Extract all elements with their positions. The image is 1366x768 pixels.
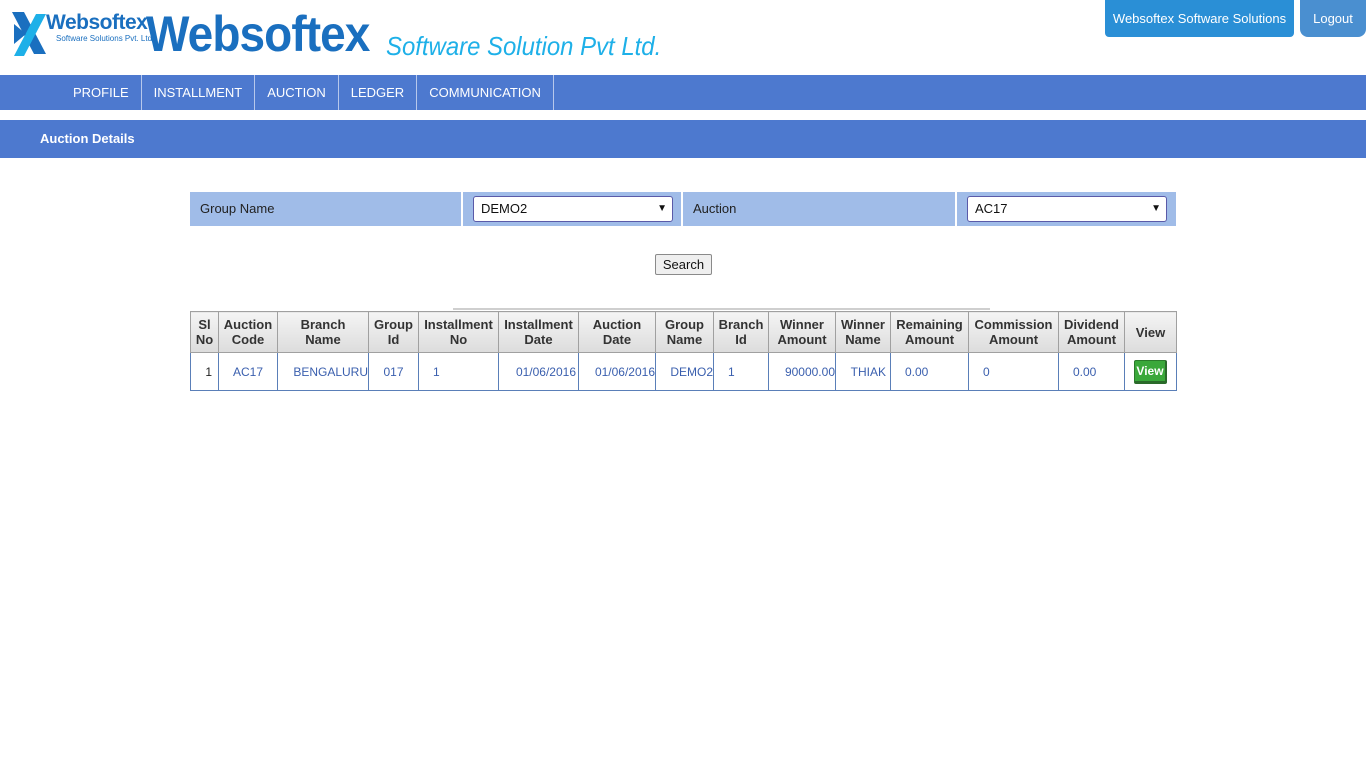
nav-item-auction[interactable]: AUCTION bbox=[255, 75, 339, 110]
group-name-label: Group Name bbox=[200, 201, 275, 216]
table-header-row: Sl No Auction Code Branch Name Group Id Inst… bbox=[190, 311, 1177, 353]
page-title-bar: Auction Details bbox=[0, 120, 1366, 158]
auction-table: Sl No Auction Code Branch Name Group Id Inst… bbox=[190, 311, 1177, 391]
company-button[interactable]: Websoftex Software Solutions bbox=[1105, 0, 1294, 37]
col-header: Auction Date bbox=[578, 311, 656, 353]
cell-auction-date: 01/06/2016 bbox=[578, 352, 656, 391]
nav-item-communication[interactable]: COMMUNICATION bbox=[417, 75, 554, 110]
col-header: Installment No bbox=[418, 311, 499, 353]
header: Websoftex Software Solutions Pvt. Ltd. W… bbox=[0, 0, 1366, 75]
col-header: Auction Code bbox=[218, 311, 278, 353]
nav-item-ledger[interactable]: LEDGER bbox=[339, 75, 418, 110]
nav-item-installment[interactable]: INSTALLMENT bbox=[142, 75, 256, 110]
cell-group-name: DEMO2 bbox=[655, 352, 714, 391]
col-header: Dividend Amount bbox=[1058, 311, 1125, 353]
cell-branch-id: 1 bbox=[713, 352, 769, 391]
col-header: View bbox=[1124, 311, 1177, 353]
auction-select-cell: AC17 ▼ bbox=[957, 192, 1176, 226]
cell-auction-code: AC17 bbox=[218, 352, 278, 391]
group-name-select[interactable]: DEMO2 ▼ bbox=[473, 196, 673, 222]
cell-view: View bbox=[1124, 352, 1177, 391]
logo-subtitle: Software Solutions Pvt. Ltd. bbox=[56, 34, 155, 43]
group-name-cell: Group Name bbox=[190, 192, 461, 226]
cell-branch-name: BENGALURU bbox=[277, 352, 369, 391]
group-select-cell: DEMO2 ▼ bbox=[463, 192, 681, 226]
col-header: Branch Id bbox=[713, 311, 769, 353]
col-header: Installment Date bbox=[498, 311, 579, 353]
col-header: Sl No bbox=[190, 311, 219, 353]
cell-winner-name: THIAK bbox=[835, 352, 891, 391]
logout-button[interactable]: Logout bbox=[1300, 0, 1366, 37]
logo-text: Websoftex Software Solutions Pvt. Ltd. bbox=[46, 12, 154, 44]
brand-title: Websoftex bbox=[146, 6, 370, 62]
table-row: 1 AC17 BENGALURU 017 1 01/06/2016 01/06/… bbox=[190, 352, 1177, 391]
auction-label: Auction bbox=[693, 201, 737, 216]
view-button[interactable]: View bbox=[1134, 359, 1167, 384]
search-button[interactable]: Search bbox=[655, 254, 712, 275]
col-header: Group Name bbox=[655, 311, 714, 353]
cell-remaining-amount: 0.00 bbox=[890, 352, 969, 391]
websoftex-logo-icon bbox=[12, 12, 46, 56]
page-title: Auction Details bbox=[40, 131, 135, 146]
divider bbox=[453, 308, 990, 310]
brand-tagline: Software Solution Pvt Ltd. bbox=[386, 31, 662, 61]
cell-commission-amount: 0 bbox=[968, 352, 1059, 391]
cell-installment-no: 1 bbox=[418, 352, 499, 391]
cell-sl-no: 1 bbox=[190, 352, 219, 391]
auction-value: AC17 bbox=[975, 201, 1008, 216]
col-header: Group Id bbox=[368, 311, 419, 353]
nav-item-profile[interactable]: PROFILE bbox=[61, 75, 142, 110]
cell-installment-date: 01/06/2016 bbox=[498, 352, 579, 391]
col-header: Winner Amount bbox=[768, 311, 836, 353]
cell-winner-amount: 90000.00 bbox=[768, 352, 836, 391]
dropdown-arrow-icon: ▼ bbox=[1151, 203, 1161, 214]
main-nav: PROFILE INSTALLMENT AUCTION LEDGER COMMU… bbox=[0, 75, 1366, 110]
dropdown-arrow-icon: ▼ bbox=[657, 203, 667, 214]
cell-group-id: 017 bbox=[368, 352, 419, 391]
col-header: Branch Name bbox=[277, 311, 369, 353]
cell-dividend-amount: 0.00 bbox=[1058, 352, 1125, 391]
group-name-value: DEMO2 bbox=[481, 201, 528, 216]
auction-select[interactable]: AC17 ▼ bbox=[967, 196, 1167, 222]
col-header: Winner Name bbox=[835, 311, 891, 353]
auction-cell: Auction bbox=[683, 192, 955, 226]
col-header: Remaining Amount bbox=[890, 311, 969, 353]
col-header: Commission Amount bbox=[968, 311, 1059, 353]
logo-name: Websoftex bbox=[46, 11, 148, 34]
filter-row: Group Name DEMO2 ▼ Auction AC17 ▼ bbox=[190, 192, 1176, 226]
